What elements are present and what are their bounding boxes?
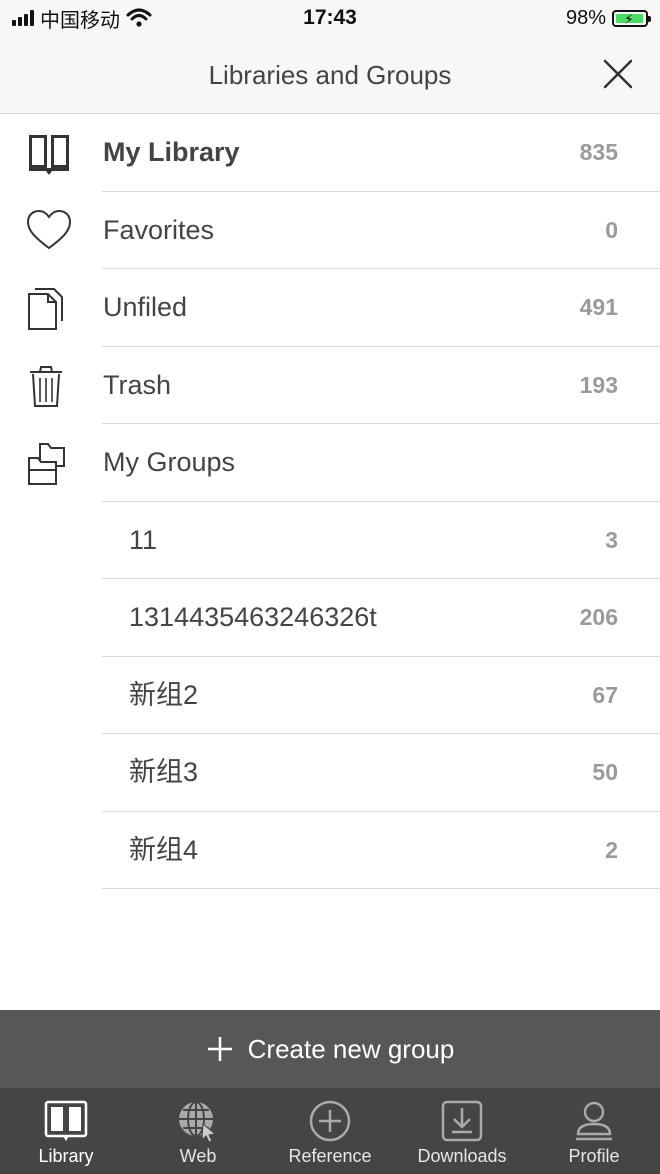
plus-icon — [207, 1037, 232, 1061]
list-item-trash[interactable]: Trash 193 — [0, 347, 660, 424]
header: Libraries and Groups — [0, 36, 660, 114]
group-item[interactable]: 新组2 67 — [0, 657, 660, 734]
tab-label: Library — [38, 1146, 94, 1166]
documents-icon — [28, 288, 63, 330]
battery-percent: 98% — [565, 6, 606, 29]
libraries-list: My Library 835 Favorites 0 Unfiled 491 T… — [0, 114, 660, 889]
tab-reference[interactable]: Reference — [264, 1088, 396, 1174]
list-item-label: Trash — [103, 369, 172, 400]
tab-label: Reference — [288, 1146, 372, 1166]
tab-label: Downloads — [417, 1146, 507, 1166]
tab-bar: Library Web Reference Downloads Profile — [0, 1088, 660, 1174]
folders-icon — [28, 443, 65, 485]
group-item-label: 11 — [129, 524, 158, 555]
group-item[interactable]: 新组3 50 — [0, 734, 660, 812]
close-icon[interactable] — [600, 56, 636, 92]
list-item-label: Unfiled — [103, 292, 188, 322]
group-item-label: 新组3 — [129, 757, 199, 787]
library-icon — [44, 1100, 88, 1141]
tab-label: Profile — [568, 1146, 620, 1166]
create-group-label: Create new group — [247, 1033, 455, 1064]
list-item-favorites[interactable]: Favorites 0 — [0, 192, 660, 269]
status-bar: 中国移动 17:43 98% ⚡ — [0, 0, 660, 36]
create-group-button[interactable]: Create new group — [0, 1010, 660, 1088]
group-item-label: 1314435463246326t — [129, 602, 377, 632]
group-item[interactable]: 新组4 2 — [0, 812, 660, 889]
tab-label: Web — [179, 1146, 217, 1166]
globe-icon — [179, 1101, 217, 1143]
trash-icon — [30, 365, 62, 407]
tab-web[interactable]: Web — [132, 1088, 264, 1174]
profile-icon — [576, 1101, 612, 1141]
group-item-count: 50 — [592, 759, 618, 785]
page-title: Libraries and Groups — [208, 60, 452, 90]
tab-library[interactable]: Library — [0, 1088, 132, 1174]
group-item[interactable]: 11 3 — [0, 502, 660, 579]
list-item-count: 193 — [579, 371, 618, 398]
list-item-label: My Library — [103, 137, 240, 167]
divider — [102, 888, 660, 889]
book-icon — [29, 135, 69, 175]
status-right: 98% ⚡ — [565, 6, 651, 30]
tab-profile[interactable]: Profile — [528, 1088, 660, 1174]
plus-circle-icon — [309, 1100, 351, 1142]
battery-icon: ⚡ — [612, 9, 651, 27]
clock: 17:43 — [303, 6, 357, 29]
list-item-unfiled[interactable]: Unfiled 491 — [0, 269, 660, 347]
group-item-count: 67 — [592, 681, 618, 708]
group-item-count: 3 — [605, 526, 618, 553]
group-item-label: 新组2 — [129, 679, 199, 710]
list-item-label: Favorites — [103, 214, 215, 245]
group-item-count: 206 — [579, 604, 618, 630]
group-item-count: 2 — [605, 836, 618, 863]
group-item[interactable]: 1314435463246326t 206 — [0, 579, 660, 657]
list-item-count: 0 — [605, 216, 618, 243]
list-item-count: 491 — [579, 294, 618, 320]
list-item-my-groups[interactable]: My Groups — [0, 424, 660, 502]
download-icon — [441, 1100, 483, 1142]
list-item-my-library[interactable]: My Library 835 — [0, 114, 660, 192]
heart-icon — [26, 209, 72, 249]
group-item-label: 新组4 — [129, 834, 199, 865]
tab-downloads[interactable]: Downloads — [396, 1088, 528, 1174]
list-item-count: 835 — [579, 139, 618, 165]
list-item-label: My Groups — [103, 447, 236, 477]
